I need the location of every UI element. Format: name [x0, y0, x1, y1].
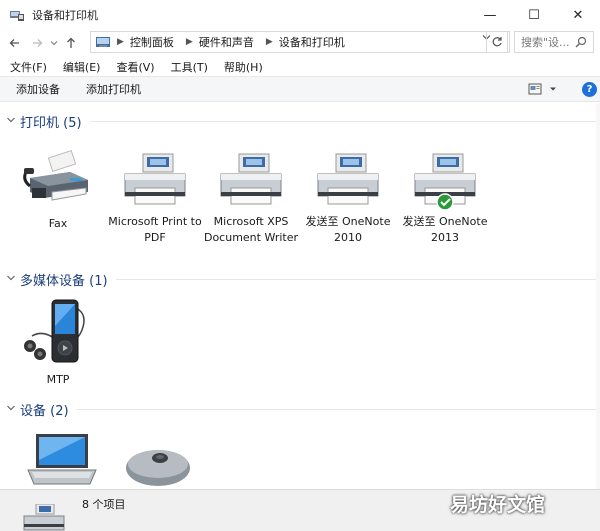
device-item[interactable] — [110, 438, 206, 489]
menu-edit[interactable]: 编辑(E) — [63, 59, 101, 75]
add-device-button[interactable]: 添加设备 — [16, 81, 60, 97]
view-options-icon — [528, 83, 542, 95]
chevron-down-icon — [550, 87, 556, 91]
scrollbar-track[interactable] — [596, 104, 600, 489]
maximize-button[interactable]: ☐ — [512, 0, 556, 30]
refresh-button[interactable] — [486, 31, 508, 53]
breadcrumb-hardware-sound[interactable]: 硬件和声音 — [199, 34, 254, 50]
control-panel-icon — [96, 37, 110, 47]
group-title: 多媒体设备 (1) — [20, 274, 108, 289]
printer-icon — [23, 504, 65, 531]
group-header-devices[interactable]: 设备 (2) — [6, 400, 596, 419]
close-button[interactable]: ✕ — [556, 0, 600, 30]
device-label: Microsoft Print to PDF — [108, 215, 202, 244]
group-title: 设备 (2) — [20, 404, 69, 419]
forward-arrow-icon[interactable] — [28, 32, 46, 54]
help-button[interactable]: ? — [582, 82, 597, 97]
watermark-text: 易坊好文馆 — [450, 494, 546, 516]
refresh-icon — [492, 37, 502, 47]
group-header-media[interactable]: 多媒体设备 (1) — [6, 270, 596, 289]
chevron-down-icon — [6, 116, 18, 127]
search-input[interactable]: 搜索"设... — [514, 31, 594, 53]
device-label: MTP — [46, 373, 70, 386]
device-label: Fax — [48, 217, 68, 230]
printer-icon — [317, 153, 379, 205]
device-item[interactable]: Microsoft XPS Document Writer — [203, 150, 299, 246]
device-list: 打印机 (5) Fax Microsoft Print to PDF Micro… — [0, 104, 600, 489]
device-item[interactable] — [14, 430, 110, 489]
menu-file[interactable]: 文件(F) — [10, 59, 47, 75]
change-view-button[interactable] — [528, 83, 558, 95]
item-count: 8 个项目 — [82, 498, 126, 511]
minimize-button[interactable]: — — [468, 0, 512, 30]
group-divider — [76, 409, 596, 410]
search-icon — [575, 36, 587, 48]
device-item[interactable]: 发送至 OneNote 2010 — [300, 150, 396, 246]
device-item[interactable]: MTP — [10, 296, 106, 388]
fax-icon — [23, 150, 88, 201]
group-divider — [89, 121, 596, 122]
printer-icon — [414, 153, 476, 210]
address-bar[interactable]: ▶ 控制面板 ▶ 硬件和声音 ▶ 设备和打印机 — [90, 31, 510, 53]
group-header-printers[interactable]: 打印机 (5) — [6, 112, 596, 131]
breadcrumb-control-panel[interactable]: 控制面板 — [130, 34, 174, 50]
navigation-bar: ▶ 控制面板 ▶ 硬件和声音 ▶ 设备和打印机 搜索"设... — [0, 30, 600, 56]
device-label: 发送至 OneNote 2013 — [402, 215, 488, 244]
menu-help[interactable]: 帮助(H) — [224, 59, 263, 75]
laptop-icon — [27, 434, 97, 485]
command-bar: 添加设备 添加打印机 ? — [0, 76, 600, 102]
breadcrumb-separator-icon: ▶ — [265, 37, 273, 47]
printer-icon — [220, 153, 282, 205]
default-printer-check-icon — [436, 193, 454, 210]
chevron-down-icon — [6, 404, 18, 415]
window-title: 设备和打印机 — [32, 9, 98, 22]
mouse-icon — [126, 450, 190, 486]
back-arrow-icon[interactable] — [6, 32, 24, 54]
menu-bar: 文件(F) 编辑(E) 查看(V) 工具(T) 帮助(H) — [0, 58, 600, 76]
title-bar: 设备和打印机 — ☐ ✕ — [0, 0, 600, 30]
breadcrumb-devices-printers[interactable]: 设备和打印机 — [279, 34, 345, 50]
device-item[interactable]: Fax — [10, 148, 106, 232]
breadcrumb-separator-icon: ▶ — [185, 37, 193, 47]
recent-locations-chevron-icon[interactable] — [48, 32, 60, 54]
search-placeholder: 搜索"设... — [521, 36, 570, 49]
up-arrow-icon[interactable] — [62, 32, 80, 54]
device-item[interactable]: Microsoft Print to PDF — [107, 150, 203, 246]
menu-tools[interactable]: 工具(T) — [171, 59, 208, 75]
add-printer-button[interactable]: 添加打印机 — [86, 81, 141, 97]
breadcrumb-separator-icon: ▶ — [117, 37, 124, 47]
devices-printers-icon — [10, 11, 24, 21]
device-label: Microsoft XPS Document Writer — [203, 215, 299, 244]
menu-view[interactable]: 查看(V) — [116, 59, 154, 75]
printer-icon — [124, 153, 186, 205]
chevron-down-icon — [6, 274, 18, 285]
media-player-icon — [24, 299, 85, 363]
device-item[interactable]: 发送至 OneNote 2013 — [397, 150, 493, 246]
device-label: 发送至 OneNote 2010 — [305, 215, 391, 244]
group-divider — [115, 279, 596, 280]
group-title: 打印机 (5) — [20, 116, 82, 131]
status-bar: 8 个项目 易坊好文馆 — [0, 489, 600, 531]
